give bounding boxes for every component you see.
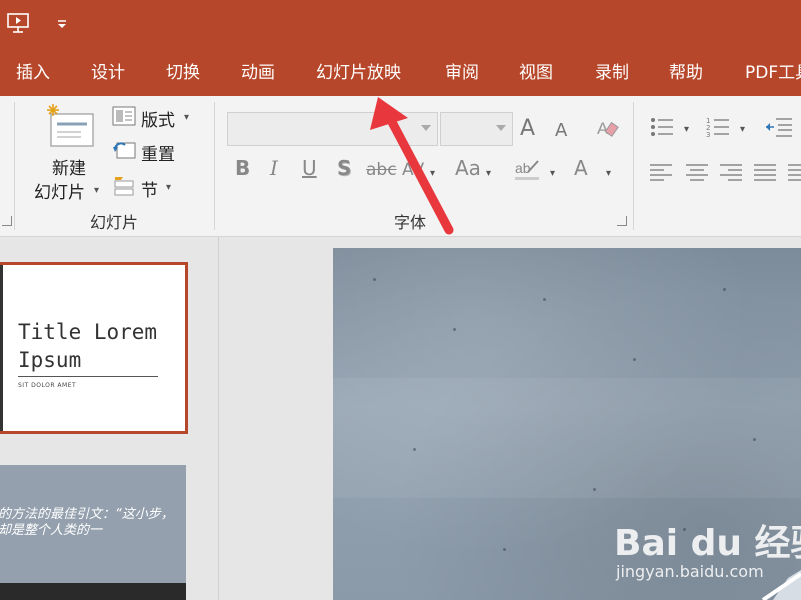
tab-pdf-tools[interactable]: PDF工具 (745, 50, 801, 96)
decrease-indent-icon[interactable] (766, 116, 792, 138)
layout-button[interactable]: 版式 (141, 106, 175, 131)
shrink-font-button[interactable]: A (555, 120, 567, 141)
slides-group-label: 幻灯片 (90, 213, 139, 232)
spacing-chevron-down-icon[interactable]: ▾ (430, 168, 435, 179)
tab-transitions[interactable]: 切换 (166, 50, 200, 96)
change-case-button[interactable]: Aa (455, 156, 481, 180)
tab-animations[interactable]: 动画 (241, 50, 275, 96)
group-separator (14, 102, 15, 230)
slide-thumbnail-2[interactable]: 的方法的最佳引文：“这小步，却是整个人类的一 (0, 465, 186, 600)
tab-help[interactable]: 帮助 (669, 50, 703, 96)
clear-formatting-icon[interactable]: A (596, 116, 620, 140)
svg-text:3: 3 (706, 131, 710, 138)
reset-button[interactable]: 重置 (141, 140, 175, 165)
tab-record[interactable]: 录制 (595, 50, 629, 96)
new-slide-icon[interactable] (44, 102, 98, 150)
ribbon: 新建 幻灯片 ▾ 版式 ▾ 重置 节 ▾ 幻灯片 A A A B I U S a… (0, 96, 801, 237)
layout-chevron-down-icon[interactable]: ▾ (184, 112, 189, 123)
section-icon[interactable] (112, 176, 136, 196)
underline-button[interactable]: U (302, 156, 317, 180)
watermark-url: jingyan.baidu.com (616, 562, 764, 581)
thumbnail-title: Title Lorem Ipsum (18, 320, 158, 372)
align-center-icon[interactable] (686, 162, 708, 184)
character-spacing-button[interactable]: AV (402, 160, 424, 180)
bold-button[interactable]: B (235, 156, 250, 180)
thumbnail-edge (0, 265, 3, 431)
bullets-chevron-down-icon[interactable]: ▾ (684, 124, 689, 135)
tab-slideshow[interactable]: 幻灯片放映 (316, 50, 401, 96)
font-color-button[interactable]: A (574, 156, 588, 180)
columns-icon[interactable] (788, 162, 801, 184)
tab-view[interactable]: 视图 (519, 50, 553, 96)
clipboard-group-launcher-icon[interactable] (2, 216, 12, 226)
thumbnail-quote: 的方法的最佳引文：“这小步，却是整个人类的一 (0, 507, 174, 538)
ribbon-tab-bar: 插入 设计 切换 动画 幻灯片放映 审阅 视图 录制 帮助 PDF工具 (0, 50, 801, 96)
chevron-down-icon (421, 125, 431, 131)
new-slide-label[interactable]: 幻灯片 (34, 178, 85, 203)
thumbnail-subtitle: SIT DOLOR AMET (18, 382, 77, 389)
change-case-chevron-down-icon[interactable]: ▾ (486, 168, 491, 179)
new-slide-button[interactable]: 新建 (52, 154, 86, 179)
font-group-label: 字体 (394, 213, 427, 232)
numbering-chevron-down-icon[interactable]: ▾ (740, 124, 745, 135)
highlight-chevron-down-icon[interactable]: ▾ (550, 168, 555, 179)
highlight-color-icon[interactable]: ab (514, 158, 542, 182)
section-button[interactable]: 节 (141, 176, 158, 201)
new-slide-chevron-down-icon[interactable]: ▾ (94, 185, 99, 196)
svg-text:ab: ab (515, 160, 531, 176)
grow-font-button[interactable]: A (520, 116, 535, 141)
chevron-down-icon (496, 125, 506, 131)
tab-design[interactable]: 设计 (91, 50, 125, 96)
quick-access-dropdown-icon[interactable] (56, 18, 68, 30)
text-shadow-button[interactable]: S (337, 156, 351, 180)
strikethrough-button[interactable]: abc (366, 160, 397, 180)
bullets-icon[interactable] (650, 116, 674, 138)
tab-insert[interactable]: 插入 (16, 50, 50, 96)
italic-button[interactable]: I (270, 156, 278, 180)
layout-icon[interactable] (112, 106, 136, 126)
slideshow-from-beginning-icon[interactable] (6, 12, 30, 34)
watermark-logo: Bai du 经验 (614, 523, 801, 564)
thumbnail-dark-band (0, 583, 186, 600)
align-right-icon[interactable] (720, 162, 742, 184)
font-size-combobox[interactable] (440, 112, 513, 146)
group-separator (214, 102, 215, 230)
font-color-chevron-down-icon[interactable]: ▾ (606, 168, 611, 179)
align-left-icon[interactable] (650, 162, 672, 184)
title-bar (0, 0, 801, 50)
section-chevron-down-icon[interactable]: ▾ (166, 182, 171, 193)
thumbnail-divider (18, 376, 158, 377)
numbering-icon[interactable]: 1 2 3 (706, 116, 730, 138)
slide-thumbnail-1[interactable]: Title Lorem Ipsum SIT DOLOR AMET (0, 262, 188, 434)
justify-icon[interactable] (754, 162, 776, 184)
font-group-launcher-icon[interactable] (617, 216, 627, 226)
font-name-combobox[interactable] (227, 112, 438, 146)
group-separator (633, 102, 634, 230)
reset-icon[interactable] (112, 140, 136, 160)
tab-review[interactable]: 审阅 (445, 50, 479, 96)
